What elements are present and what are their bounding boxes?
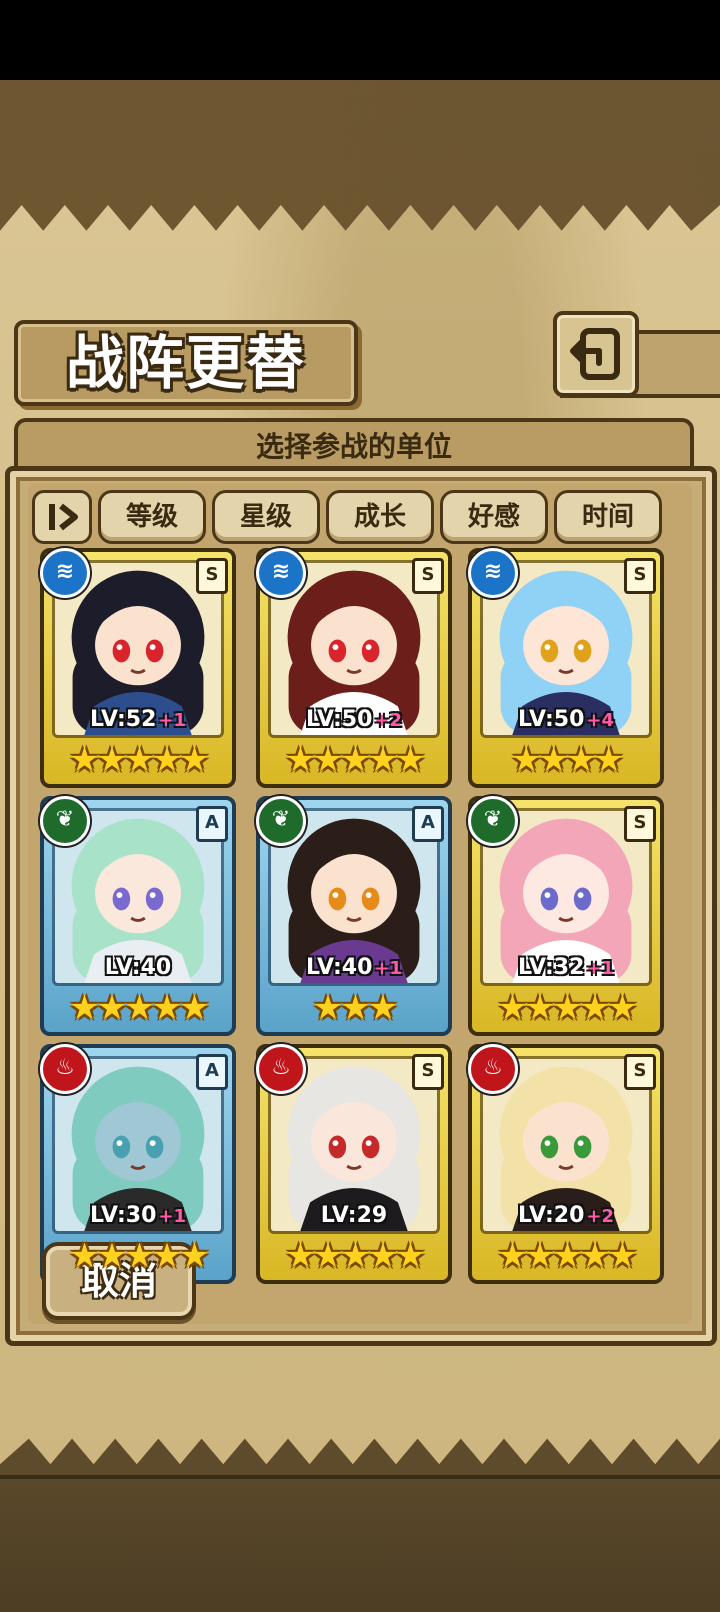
sort-button-stars[interactable]: 星级 — [212, 490, 320, 544]
unit-level-bonus: +4 — [586, 710, 615, 731]
sort-button-time[interactable]: 时间 — [554, 490, 662, 544]
sort-order-toggle[interactable] — [32, 490, 92, 544]
leaf-element-icon: ❦ — [256, 796, 306, 846]
unit-level-value: LV:50 — [517, 707, 585, 732]
unit-level-value: LV:52 — [89, 707, 157, 732]
unit-star-rating: ★★★★★ — [497, 988, 637, 1028]
unit-level: LV:40 — [44, 955, 232, 980]
unit-star-rating: ★★★★★ — [497, 1236, 637, 1276]
unit-level: LV:52 +1 — [44, 707, 232, 732]
fire-element-icon: ♨ — [40, 1044, 90, 1094]
sort-button-growth[interactable]: 成长 — [326, 490, 434, 544]
water-element-icon: ≋ — [468, 548, 518, 598]
water-element-icon: ≋ — [40, 548, 90, 598]
leaf-element-icon: ❦ — [40, 796, 90, 846]
unit-card[interactable]: ❦ A LV:40 +1 ★★★ — [256, 796, 452, 1036]
rank-badge: A — [196, 806, 228, 842]
unit-level-value: LV:20 — [517, 1203, 585, 1228]
back-button[interactable] — [553, 311, 639, 397]
back-arrow-icon — [570, 328, 620, 380]
panel-subtitle: 选择参战的单位 — [255, 430, 452, 463]
page-title-plate: 战阵更替 — [14, 320, 358, 406]
sort-button-level[interactable]: 等级 — [98, 490, 206, 544]
unit-star-rating: ★★★ — [312, 988, 398, 1028]
unit-level-value: LV:29 — [320, 1203, 388, 1228]
unit-level: LV:32 +1 — [472, 955, 660, 980]
rank-badge: S — [412, 1054, 444, 1090]
rank-badge: S — [624, 1054, 656, 1090]
sort-order-icon — [49, 503, 78, 531]
unit-level-value: LV:30 — [89, 1203, 157, 1228]
rank-badge: S — [624, 558, 656, 594]
unit-level-value: LV:40 — [104, 955, 172, 980]
unit-card[interactable]: ❦ S LV:32 +1 ★★★★★ — [468, 796, 664, 1036]
rank-badge: S — [412, 558, 444, 594]
panel-header: 选择参战的单位 — [14, 418, 694, 472]
unit-level-bonus: +1 — [158, 1206, 187, 1227]
unit-level: LV:20 +2 — [472, 1203, 660, 1228]
rank-badge: A — [412, 806, 444, 842]
unit-card[interactable]: ≋ S LV:50 +2 ★★★★★ — [256, 548, 452, 788]
unit-star-rating: ★★★★★ — [69, 1236, 209, 1276]
unit-level-bonus: +1 — [158, 710, 187, 731]
unit-star-rating: ★★★★ — [511, 740, 624, 780]
unit-card[interactable]: ❦ A LV:40 ★★★★★ — [40, 796, 236, 1036]
unit-level-bonus: +2 — [374, 710, 403, 731]
fire-element-icon: ♨ — [256, 1044, 306, 1094]
unit-level: LV:40 +1 — [260, 955, 448, 980]
unit-star-rating: ★★★★★ — [285, 740, 425, 780]
fire-element-icon: ♨ — [468, 1044, 518, 1094]
unit-card[interactable]: ♨ A LV:30 +1 ★★★★★ — [40, 1044, 236, 1284]
unit-card[interactable]: ≋ S LV:52 +1 ★★★★★ — [40, 548, 236, 788]
unit-card[interactable]: ≋ S LV:50 +4 ★★★★ — [468, 548, 664, 788]
unit-star-rating: ★★★★★ — [69, 988, 209, 1028]
unit-star-rating: ★★★★★ — [69, 740, 209, 780]
unit-card[interactable]: ♨ S LV:20 +2 ★★★★★ — [468, 1044, 664, 1284]
leaf-element-icon: ❦ — [468, 796, 518, 846]
unit-level: LV:30 +1 — [44, 1203, 232, 1228]
unit-star-rating: ★★★★★ — [285, 1236, 425, 1276]
unit-level-value: LV:40 — [305, 955, 373, 980]
sort-button-affection[interactable]: 好感 — [440, 490, 548, 544]
unit-level: LV:50 +4 — [472, 707, 660, 732]
rank-badge: S — [624, 806, 656, 842]
unit-level-value: LV:50 — [305, 707, 373, 732]
unit-level-value: LV:32 — [517, 955, 585, 980]
rank-badge: S — [196, 558, 228, 594]
unit-card[interactable]: ♨ S LV:29 ★★★★★ — [256, 1044, 452, 1284]
unit-level-bonus: +1 — [586, 958, 615, 979]
unit-level-bonus: +1 — [374, 958, 403, 979]
page-title: 战阵更替 — [65, 329, 306, 397]
unit-level-bonus: +2 — [586, 1206, 615, 1227]
rank-badge: A — [196, 1054, 228, 1090]
unit-level: LV:50 +2 — [260, 707, 448, 732]
map-footer-background — [0, 1475, 720, 1612]
status-bar — [0, 0, 720, 80]
unit-level: LV:29 — [260, 1203, 448, 1228]
water-element-icon: ≋ — [256, 548, 306, 598]
